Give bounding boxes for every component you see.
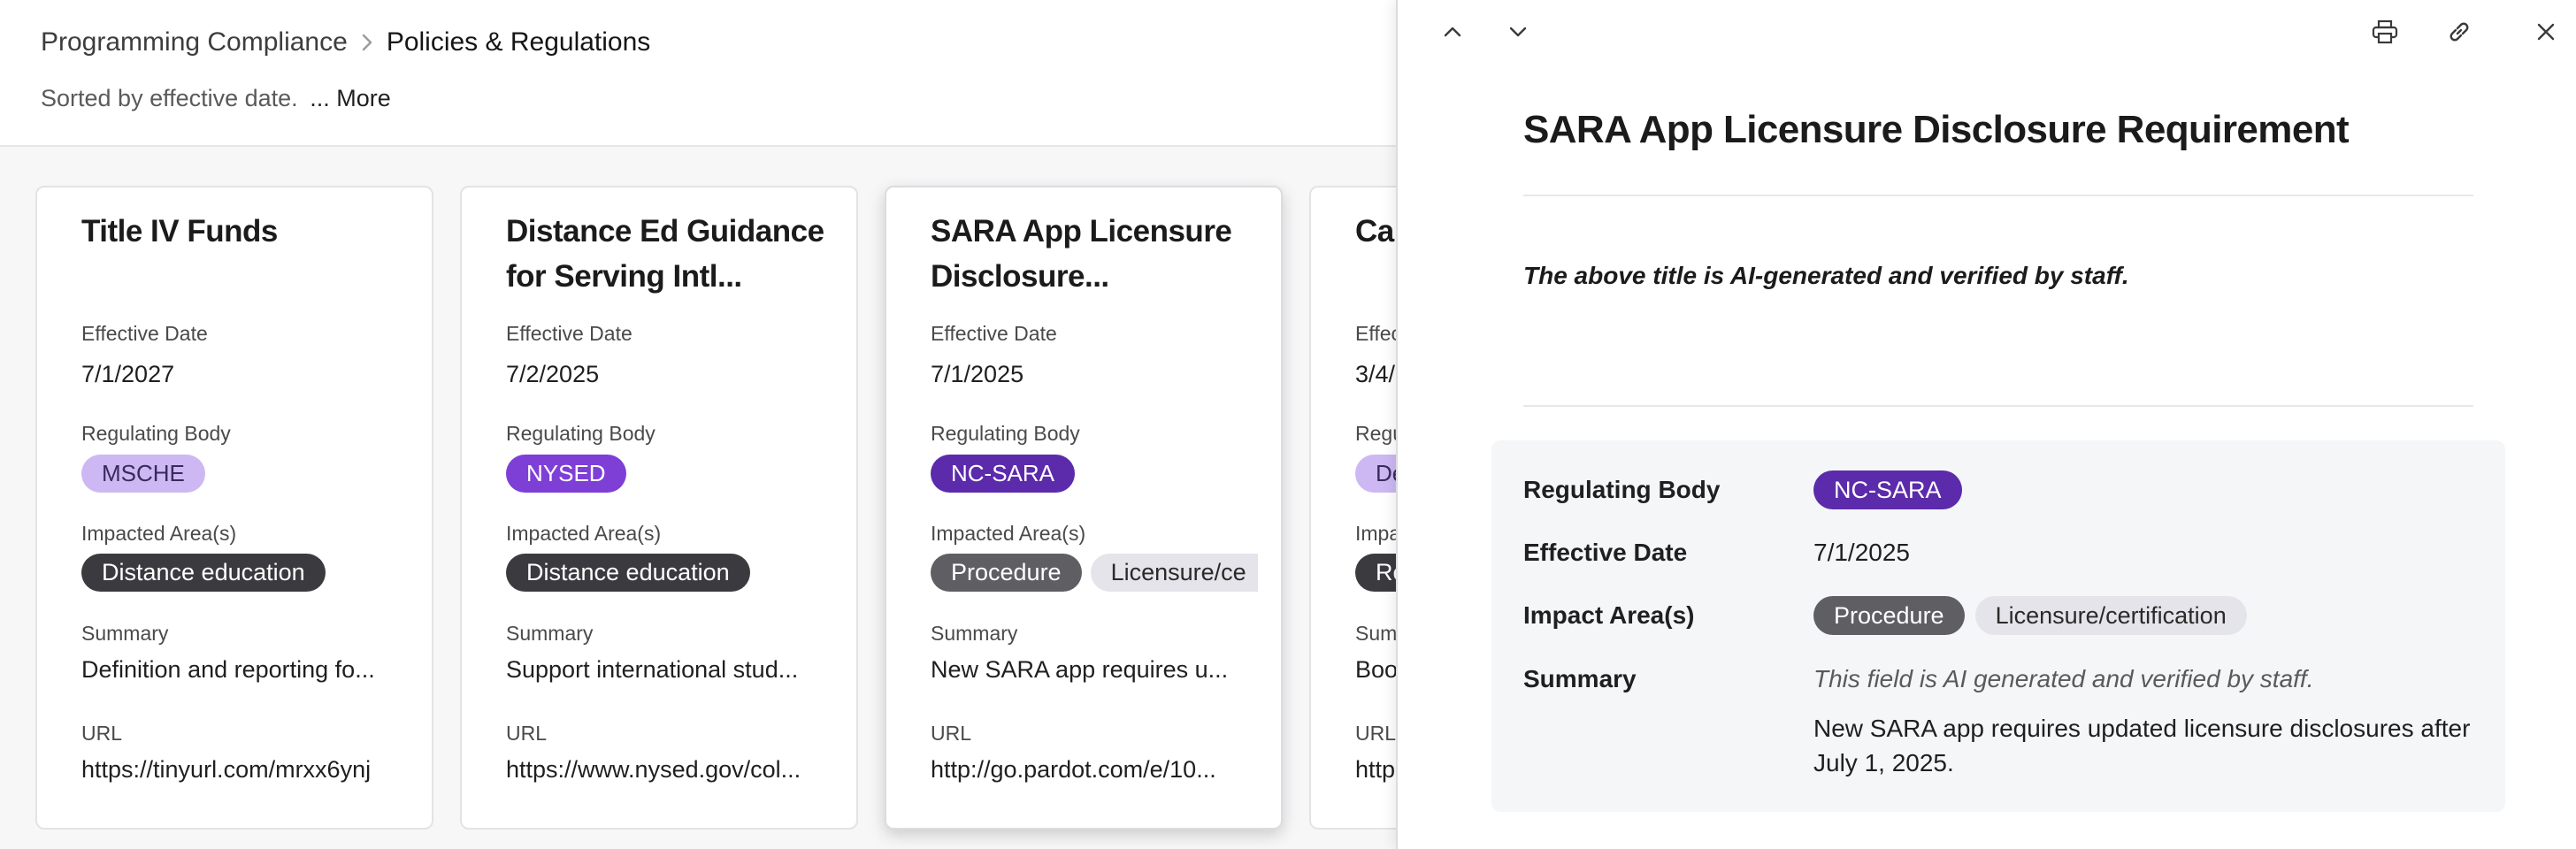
summary-value: Definition and reporting fo... (81, 656, 375, 683)
url-label: URL (506, 722, 548, 745)
url-value[interactable]: https://www.nysed.gov/col... (506, 756, 833, 784)
policy-card-selected[interactable]: SARA App Licensure Disclosure... Effecti… (885, 186, 1283, 830)
regulating-body-badge: NC-SARA (1813, 470, 1962, 509)
impacted-areas-chips: Re (1355, 554, 1396, 592)
effective-date-label: Effective Date (1523, 539, 1688, 566)
divider (1523, 405, 2473, 407)
regulating-body-badge-row: NC-SARA (1813, 470, 1962, 509)
regulating-body-badge: De (1355, 455, 1396, 493)
regulating-body-badge: NYSED (506, 455, 626, 493)
gallery-header: Programming Compliance Policies & Regula… (0, 0, 1396, 147)
regulating-body-label: Regulating Body (1523, 476, 1721, 503)
detail-title: SARA App Licensure Disclosure Requiremen… (1523, 108, 2350, 151)
url-value[interactable]: http://go.pardot.com/e/10... (931, 756, 1258, 784)
impacted-area-chip: Distance education (506, 554, 750, 592)
effective-date-value: 3/4/ (1355, 361, 1396, 387)
regulating-body-badge: MSCHE (81, 455, 205, 493)
sort-more-link[interactable]: ... More (310, 85, 391, 111)
regulating-body-label: Regulating Body (931, 422, 1080, 445)
regulating-body-label: Regulating Body (81, 422, 231, 445)
breadcrumb-current: Policies & Regulations (386, 27, 651, 57)
policy-card-partial[interactable]: Ca Effec 3/4/ Regu De Impa Re Sum Boo UR… (1309, 186, 1396, 830)
detail-fields: Regulating Body NC-SARA Effective Date 7… (1491, 440, 2505, 812)
summary-ai-note: This field is AI generated and verified … (1813, 665, 2314, 692)
sort-description: Sorted by effective date. ... More (41, 85, 391, 112)
impacted-areas-chips: Distance education (81, 554, 326, 592)
sort-text: Sorted by effective date. (41, 85, 298, 111)
impacted-areas-label: Impa (1355, 522, 1396, 545)
print-icon[interactable] (2367, 14, 2403, 50)
impacted-areas-label: Impacted Area(s) (931, 522, 1086, 545)
impacted-area-chip: Re (1355, 554, 1396, 592)
breadcrumb-root[interactable]: Programming Compliance (41, 27, 348, 57)
impacted-area-chip: Procedure (931, 554, 1082, 592)
impact-areas-chips: Procedure Licensure/certification (1813, 596, 2247, 635)
url-value[interactable]: https://tinyurl.com/mrxx6ynj (81, 756, 409, 784)
effective-date-value: 7/1/2025 (931, 361, 1024, 387)
chevron-right-icon (355, 33, 380, 52)
link-icon[interactable] (2442, 14, 2477, 50)
policy-gallery: Programming Compliance Policies & Regula… (0, 0, 1396, 849)
summary-value: Boo (1355, 656, 1396, 683)
policy-card[interactable]: Distance Ed Guidance for Serving Intl...… (460, 186, 858, 830)
regulating-body-label: Regulating Body (506, 422, 656, 445)
url-value[interactable]: http (1355, 756, 1396, 784)
card-title: Ca (1355, 214, 1394, 249)
summary-label: Summary (81, 622, 169, 645)
effective-date-label: Effec (1355, 322, 1396, 345)
detail-panel: SARA App Licensure Disclosure Requiremen… (1396, 0, 2576, 849)
impacted-area-chip: Licensure/ce (1090, 554, 1258, 592)
effective-date-value: 7/1/2027 (81, 361, 175, 387)
summary-label: Sum (1355, 622, 1396, 645)
effective-date-label: Effective Date (931, 322, 1057, 345)
summary-value: New SARA app requires u... (931, 656, 1229, 683)
summary-label: Summary (1523, 665, 1637, 692)
impacted-areas-label: Impacted Area(s) (81, 522, 237, 545)
summary-label: Summary (931, 622, 1018, 645)
effective-date-label: Effective Date (81, 322, 208, 345)
effective-date-value: 7/2/2025 (506, 361, 600, 387)
breadcrumb: Programming Compliance Policies & Regula… (41, 27, 650, 58)
impacted-areas-chips: Distance education (506, 554, 750, 592)
url-label: URL (931, 722, 972, 745)
impacted-areas-chips: Procedure Licensure/ce (931, 554, 1258, 592)
close-icon[interactable] (2528, 14, 2564, 50)
effective-date-label: Effective Date (506, 322, 632, 345)
chevron-down-icon[interactable] (1500, 14, 1536, 50)
card-title: SARA App Licensure Disclosure... (931, 214, 1232, 294)
url-label: URL (81, 722, 123, 745)
regulating-body-label: Regu (1355, 422, 1396, 445)
divider (1523, 195, 2473, 196)
effective-date-value: 7/1/2025 (1813, 539, 1910, 566)
ai-title-note: The above title is AI-generated and veri… (1523, 262, 2129, 289)
impact-areas-label: Impact Area(s) (1523, 601, 1695, 629)
regulating-body-badge: NC-SARA (931, 455, 1076, 493)
impact-area-chip: Licensure/certification (1974, 596, 2247, 635)
summary-text: New SARA app requires updated licensure … (1813, 715, 2471, 776)
url-label: URL (1355, 722, 1396, 745)
impact-area-chip: Procedure (1813, 596, 1965, 635)
summary-label: Summary (506, 622, 594, 645)
impacted-areas-label: Impacted Area(s) (506, 522, 662, 545)
impacted-area-chip: Distance education (81, 554, 326, 592)
summary-value: Support international stud... (506, 656, 799, 683)
chevron-up-icon[interactable] (1435, 14, 1470, 50)
policy-card[interactable]: Title IV Funds Effective Date 7/1/2027 R… (35, 186, 433, 830)
card-title: Distance Ed Guidance for Serving Intl... (506, 214, 824, 294)
card-title: Title IV Funds (81, 214, 278, 249)
